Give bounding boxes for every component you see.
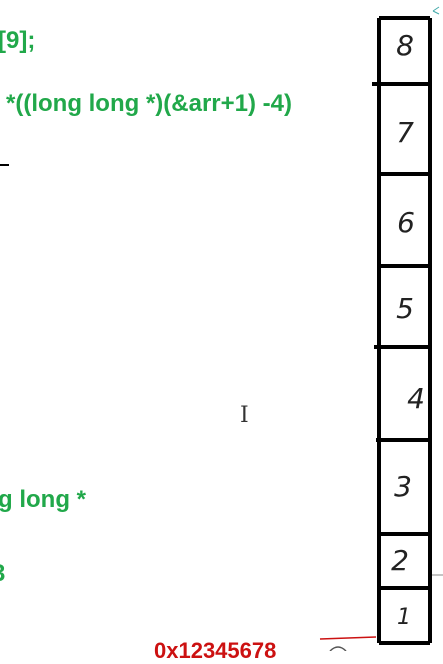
- memory-diagram: 8 7 6 5 4 3 2 1: [0, 6, 443, 651]
- cell-digit-3: 3: [394, 470, 412, 503]
- address-underline: [319, 636, 377, 640]
- cell-digit-2: 2: [391, 544, 409, 577]
- bottom-loop: [329, 646, 347, 651]
- cell-digit-4: 4: [407, 382, 425, 415]
- corner-mark: [432, 6, 440, 15]
- cell-digit-7: 7: [396, 116, 414, 149]
- cell-digit-6: 6: [397, 206, 415, 239]
- cell-digit-5: 5: [396, 292, 414, 325]
- cell-digit-1: 1: [397, 605, 411, 630]
- cell-digit-8: 8: [396, 29, 414, 62]
- text-cursor-icon: I: [240, 403, 249, 428]
